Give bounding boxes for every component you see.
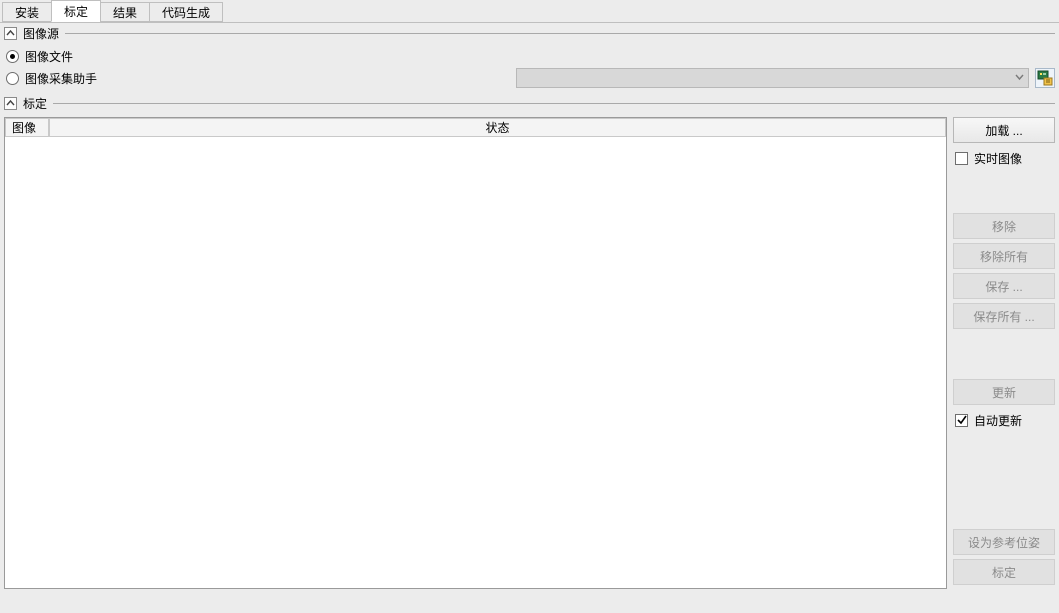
- remove-all-button[interactable]: 移除所有: [953, 243, 1055, 269]
- checkbox-label: 实时图像: [974, 150, 1022, 167]
- tab-label: 标定: [64, 3, 88, 20]
- button-label: 设为参考位姿: [968, 534, 1040, 551]
- chevron-down-icon: [1015, 71, 1024, 85]
- tab-calibrate[interactable]: 标定: [51, 0, 101, 22]
- button-label: 移除: [992, 218, 1016, 235]
- radio-image-file[interactable]: [6, 50, 19, 63]
- chevron-up-icon[interactable]: [4, 97, 17, 110]
- tab-result[interactable]: 结果: [100, 2, 150, 22]
- tab-label: 代码生成: [162, 4, 210, 21]
- button-label: 保存 ...: [985, 278, 1022, 295]
- save-all-button[interactable]: 保存所有 ...: [953, 303, 1055, 329]
- radio-row-acquisition-assistant: 图像采集助手: [4, 67, 1055, 89]
- radio-label: 图像文件: [25, 48, 73, 65]
- side-button-column: 加载 ... 实时图像 移除 移除所有 保存 ... 保存所有 ... 更新 自…: [953, 117, 1055, 589]
- update-button[interactable]: 更新: [953, 379, 1055, 405]
- button-label: 标定: [992, 564, 1016, 581]
- table-header: 图像 状态: [5, 118, 946, 138]
- calibration-panel: 图像 状态 加载 ... 实时图像 移除 移除所有 保存 ... 保存所有 ..…: [0, 113, 1059, 593]
- group-header-image-source: 图像源: [0, 23, 1059, 43]
- save-button[interactable]: 保存 ...: [953, 273, 1055, 299]
- button-label: 更新: [992, 384, 1016, 401]
- checkbox-label: 自动更新: [974, 412, 1022, 429]
- button-label: 移除所有: [980, 248, 1028, 265]
- assistant-connect-icon[interactable]: [1035, 68, 1055, 88]
- tab-label: 安装: [15, 4, 39, 21]
- button-label: 保存所有 ...: [973, 308, 1034, 325]
- group-title: 标定: [23, 95, 47, 112]
- group-title: 图像源: [23, 25, 59, 42]
- tab-strip: 安装 标定 结果 代码生成: [0, 0, 1059, 22]
- set-reference-pose-button[interactable]: 设为参考位姿: [953, 529, 1055, 555]
- group-header-calibration: 标定: [0, 93, 1059, 113]
- col-header-image[interactable]: 图像: [5, 118, 49, 137]
- remove-button[interactable]: 移除: [953, 213, 1055, 239]
- radio-acquisition-assistant[interactable]: [6, 72, 19, 85]
- button-label: 加载 ...: [985, 122, 1022, 139]
- divider: [53, 103, 1055, 104]
- live-image-checkbox[interactable]: [955, 152, 968, 165]
- tab-codegen[interactable]: 代码生成: [149, 2, 223, 22]
- load-button[interactable]: 加载 ...: [953, 117, 1055, 143]
- divider: [65, 33, 1055, 34]
- chevron-up-icon[interactable]: [4, 27, 17, 40]
- auto-update-checkbox[interactable]: [955, 414, 968, 427]
- tab-install[interactable]: 安装: [2, 2, 52, 22]
- col-header-status[interactable]: 状态: [49, 118, 946, 137]
- image-table[interactable]: 图像 状态: [4, 117, 947, 589]
- tab-label: 结果: [113, 4, 137, 21]
- radio-label: 图像采集助手: [25, 70, 97, 87]
- image-source-panel: 图像文件 图像采集助手: [0, 43, 1059, 93]
- auto-update-checkbox-row: 自动更新: [953, 409, 1055, 431]
- live-image-checkbox-row: 实时图像: [953, 147, 1055, 169]
- acquisition-source-combo[interactable]: [516, 68, 1029, 88]
- radio-row-image-file: 图像文件: [4, 45, 1055, 67]
- calibrate-button[interactable]: 标定: [953, 559, 1055, 585]
